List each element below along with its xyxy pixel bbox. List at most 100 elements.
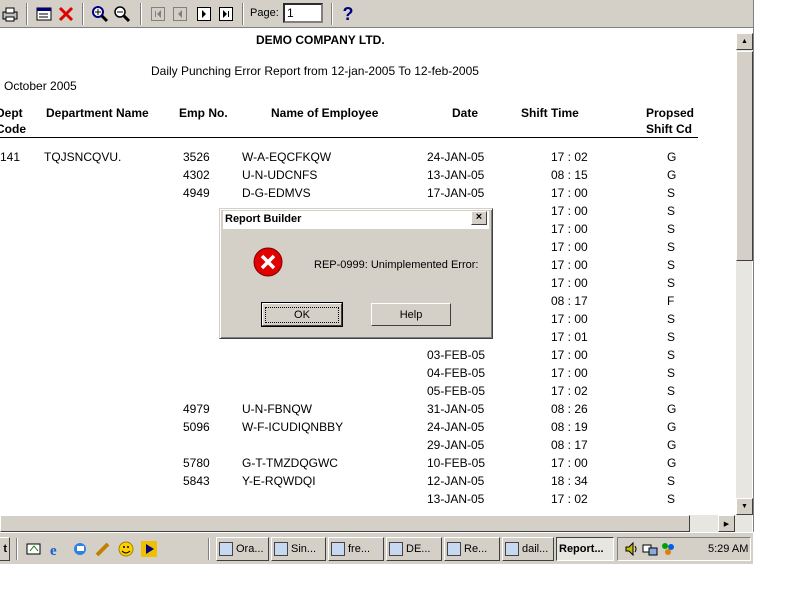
- taskbar-button-label: Ora...: [236, 543, 264, 555]
- outlook-express-icon[interactable]: [72, 541, 88, 557]
- cell-emp: 4302: [183, 168, 210, 182]
- cell-date: 17-JAN-05: [427, 186, 485, 200]
- table-row: 03-FEB-05 17 : 00 S: [0, 348, 735, 366]
- close-report-icon[interactable]: [56, 4, 76, 24]
- toolbar-separator: [82, 3, 84, 25]
- next-page-icon[interactable]: [194, 4, 214, 24]
- desktop-icon[interactable]: [26, 541, 42, 557]
- zoom-out-icon[interactable]: [112, 4, 132, 24]
- window-edge: [753, 0, 800, 532]
- page-label: Page:: [250, 7, 279, 19]
- page-number-input[interactable]: [283, 3, 323, 23]
- cell-code: S: [667, 348, 676, 362]
- report-month: October 2005: [4, 79, 77, 93]
- cell-date: 13-JAN-05: [427, 492, 485, 506]
- table-row: 04-FEB-05 17 : 00 S: [0, 366, 735, 384]
- zoom-in-icon[interactable]: [90, 4, 110, 24]
- cell-time: 18 : 34: [551, 474, 588, 488]
- cell-code: S: [667, 312, 676, 326]
- toolbar-separator: [331, 3, 333, 25]
- start-button[interactable]: t: [0, 537, 10, 561]
- vertical-scrollbar[interactable]: ▲ ▼: [735, 33, 753, 515]
- messenger-tray-icon[interactable]: [660, 541, 676, 557]
- help-icon[interactable]: ?: [338, 4, 358, 24]
- cell-code: S: [667, 186, 676, 200]
- cell-code: S: [667, 276, 676, 290]
- taskbar: t e Ora... Sin... fre... DE... Re... dail... R…: [0, 532, 753, 564]
- cell-time: 17 : 00: [551, 240, 588, 254]
- cell-time: 17 : 00: [551, 456, 588, 470]
- clock[interactable]: 5:29 AM: [708, 543, 748, 555]
- cell-name: G-T-TMZDQGWC: [242, 456, 338, 470]
- window-icon: [447, 542, 461, 556]
- taskbar-separator: [208, 538, 210, 560]
- cell-time: 08 : 19: [551, 420, 588, 434]
- vertical-scroll-thumb[interactable]: [736, 51, 753, 261]
- table-row: 29-JAN-05 08 : 17 G: [0, 438, 735, 456]
- ok-button[interactable]: OK: [261, 302, 343, 327]
- taskbar-button[interactable]: Report...: [556, 537, 614, 561]
- taskbar-button[interactable]: DE...: [386, 537, 442, 561]
- cell-time: 17 : 00: [551, 258, 588, 272]
- taskbar-button[interactable]: Sin...: [271, 537, 326, 561]
- cell-code: G: [667, 438, 677, 452]
- cell-date: 05-FEB-05: [427, 384, 486, 398]
- cell-code: G: [667, 402, 677, 416]
- cell-name: D-G-EDMVS: [242, 186, 311, 200]
- dialog-close-icon[interactable]: ×: [471, 211, 487, 225]
- network-icon[interactable]: [642, 541, 658, 557]
- cell-emp: 5096: [183, 420, 210, 434]
- error-message: REP-0999: Unimplemented Error:: [314, 259, 479, 271]
- cell-date: 03-FEB-05: [427, 348, 486, 362]
- volume-icon[interactable]: [624, 541, 640, 557]
- cell-time: 17 : 00: [551, 204, 588, 218]
- toolbar-separator: [26, 3, 28, 25]
- taskbar-button[interactable]: dail...: [502, 537, 554, 561]
- cell-dept: 141: [0, 150, 21, 164]
- window-icon: [389, 542, 403, 556]
- cell-time: 17 : 00: [551, 348, 588, 362]
- window-icon: [505, 542, 519, 556]
- scroll-right-icon[interactable]: ▶: [718, 515, 735, 532]
- toolbar-separator: [140, 3, 142, 25]
- last-page-icon[interactable]: [216, 4, 236, 24]
- error-icon: [252, 246, 284, 278]
- messenger-icon[interactable]: [118, 541, 134, 557]
- taskbar-button[interactable]: Ora...: [216, 537, 269, 561]
- cell-code: S: [667, 492, 676, 506]
- cell-code: S: [667, 330, 676, 344]
- media-player-icon[interactable]: [141, 541, 157, 557]
- cell-name: W-F-ICUDIQNBBY: [242, 420, 344, 434]
- cell-emp: 4979: [183, 402, 210, 416]
- taskbar-button-label: Report...: [559, 543, 604, 555]
- header-date: Date: [452, 106, 479, 120]
- header-proposed-shift: Propsed Shift Cd: [646, 106, 695, 136]
- cell-dname: TQJSNCQVU.: [44, 150, 122, 164]
- dialog-title: Report Builder: [223, 211, 489, 229]
- horizontal-scroll-thumb[interactable]: [0, 515, 690, 532]
- scroll-up-icon[interactable]: ▲: [736, 33, 753, 50]
- horizontal-scrollbar[interactable]: ▶: [0, 515, 752, 532]
- cell-code: S: [667, 258, 676, 272]
- cell-code: S: [667, 222, 676, 236]
- taskbar-button-label: DE...: [406, 543, 431, 555]
- scroll-down-icon[interactable]: ▼: [736, 498, 753, 515]
- help-button[interactable]: Help: [371, 303, 451, 326]
- cell-date: 24-JAN-05: [427, 420, 485, 434]
- table-row: 141 TQJSNCQVU. 3526 W-A-EQCFKQW 24-JAN-05 17 …: [0, 150, 735, 168]
- report-title: Daily Punching Error Report from 12-jan-…: [151, 64, 479, 78]
- taskbar-button[interactable]: Re...: [444, 537, 500, 561]
- taskbar-button[interactable]: fre...: [328, 537, 384, 561]
- tool-icon[interactable]: [95, 541, 111, 557]
- table-row: 13-JAN-05 17 : 02 S: [0, 492, 735, 510]
- cell-name: Y-E-RQWDQI: [242, 474, 316, 488]
- first-page-icon[interactable]: [148, 4, 168, 24]
- previous-page-icon[interactable]: [170, 4, 190, 24]
- table-row: 4949 D-G-EDMVS 17-JAN-05 17 : 00 S: [0, 186, 735, 204]
- internet-explorer-icon[interactable]: e: [49, 541, 65, 559]
- page-setup-icon[interactable]: [34, 4, 54, 24]
- cell-time: 17 : 00: [551, 312, 588, 326]
- table-row: 4979 U-N-FBNQW 31-JAN-05 08 : 26 G: [0, 402, 735, 420]
- print-icon[interactable]: [0, 4, 20, 24]
- cell-date: 31-JAN-05: [427, 402, 485, 416]
